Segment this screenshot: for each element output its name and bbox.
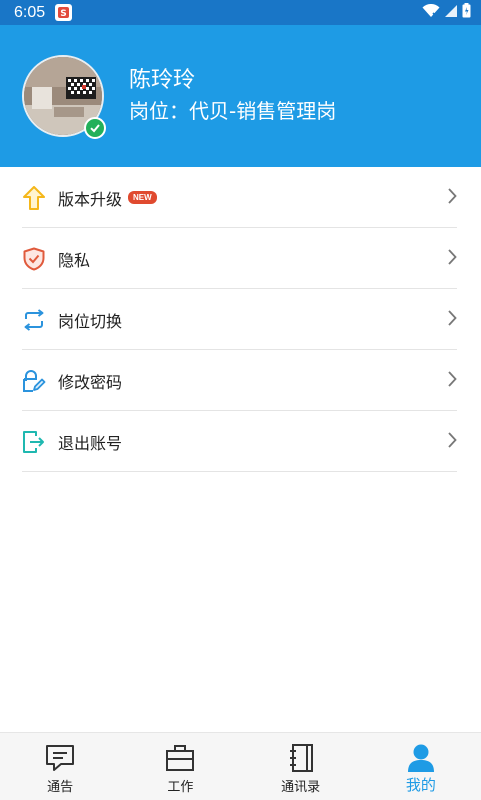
user-post: 岗位：代贝-销售管理岗	[129, 99, 337, 123]
menu-label-change-password: 修改密码	[58, 372, 123, 392]
wifi-icon	[422, 3, 440, 22]
chevron-right-icon	[447, 248, 457, 269]
menu-label-logout: 退出账号	[58, 433, 123, 453]
avatar-wrap[interactable]	[22, 55, 106, 139]
profile-header: 陈玲玲 岗位：代贝-销售管理岗	[0, 25, 481, 167]
menu-label-switch-post: 岗位切换	[58, 311, 123, 331]
menu-item-switch-post[interactable]: 岗位切换	[0, 289, 481, 350]
address-book-icon	[285, 743, 317, 773]
status-icons	[422, 3, 471, 22]
edit-password-icon	[22, 369, 46, 393]
chevron-right-icon	[447, 309, 457, 330]
svg-text:S: S	[60, 9, 66, 19]
app-badge-icon: S	[55, 4, 73, 21]
chevron-right-icon	[447, 431, 457, 452]
logout-icon	[22, 430, 46, 454]
signal-icon	[444, 3, 458, 22]
battery-icon	[462, 3, 471, 22]
menu-item-logout[interactable]: 退出账号	[0, 411, 481, 472]
nav-label-work: 工作	[167, 780, 194, 795]
person-icon	[405, 743, 437, 773]
verified-check-icon	[84, 117, 106, 139]
message-icon	[44, 743, 76, 773]
menu-label-privacy: 隐私	[58, 250, 91, 270]
user-name: 陈玲玲	[129, 68, 196, 93]
nav-item-mine[interactable]: 我的	[361, 733, 481, 800]
menu-item-change-password[interactable]: 修改密码	[0, 350, 481, 411]
new-badge: NEW	[128, 191, 157, 204]
chevron-right-icon	[447, 370, 457, 391]
chevron-right-icon	[447, 187, 457, 208]
nav-item-notices[interactable]: 通告	[0, 733, 120, 800]
menu-item-upgrade[interactable]: 版本升级 NEW	[0, 167, 481, 228]
switch-icon	[22, 308, 46, 332]
nav-label-contacts: 通讯录	[281, 780, 321, 795]
nav-item-contacts[interactable]: 通讯录	[241, 733, 361, 800]
menu-item-privacy[interactable]: 隐私	[0, 228, 481, 289]
upgrade-arrow-icon	[22, 185, 46, 210]
nav-label-notices: 通告	[47, 780, 74, 795]
status-bar: 6:05 S	[0, 0, 481, 25]
menu-label-upgrade: 版本升级	[58, 189, 123, 209]
shield-icon	[22, 247, 46, 271]
settings-menu: 版本升级 NEW 隐私 岗位切换 修改密码 退出账号	[0, 167, 481, 472]
status-time: 6:05	[14, 3, 46, 21]
nav-label-mine: 我的	[405, 776, 436, 794]
briefcase-icon	[164, 743, 196, 773]
bottom-nav: 通告 工作 通讯录 我的	[0, 732, 481, 800]
nav-item-work[interactable]: 工作	[120, 733, 240, 800]
